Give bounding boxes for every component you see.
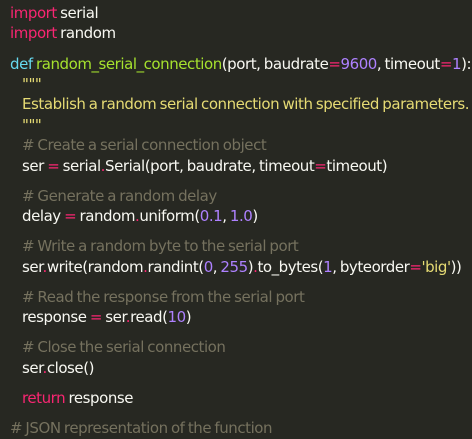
code-line-2: import random: [0, 23, 472, 43]
number-literal: 0.1: [199, 207, 223, 226]
code-text: close(): [46, 358, 95, 377]
code-line-comment: # Generate a random delay: [0, 186, 472, 206]
operator: =: [47, 156, 60, 175]
function-name: random_serial_connection: [36, 54, 222, 73]
number-literal: 10: [167, 308, 187, 327]
code-line-comment: # Close the serial connection: [0, 337, 472, 357]
number-literal: 1.0: [229, 207, 253, 226]
operator: =: [314, 156, 327, 175]
code-line-delay: delay = random.uniform(0.1, 1.0): [0, 206, 472, 226]
code-editor[interactable]: import serial import random def random_s…: [0, 0, 472, 437]
keyword-def: def: [10, 54, 33, 73]
number-literal: 1: [451, 54, 462, 73]
docstring-quotes: """: [22, 74, 42, 93]
code-line-docstring: Establish a random serial connection wit…: [0, 94, 472, 114]
code-text: ): [252, 207, 258, 226]
comment: # Read the response from the serial port: [22, 287, 305, 306]
code-text: response: [22, 308, 90, 327]
operator: =: [89, 308, 103, 327]
number-literal: 0: [203, 257, 214, 276]
code-text: ser: [22, 156, 48, 175]
code-line-return: return response: [0, 388, 472, 408]
number-literal: 1: [323, 257, 333, 276]
params-text: (port, baudrate: [221, 54, 329, 73]
comment: # Write a random byte to the serial port: [22, 237, 299, 256]
code-line-1: import serial: [0, 3, 472, 23]
code-text: response: [65, 389, 134, 408]
code-text: delay: [22, 207, 65, 226]
operator: =: [439, 54, 453, 73]
keyword-import: import: [10, 4, 57, 22]
docstring-quotes: """: [22, 115, 42, 134]
code-text: ,: [222, 207, 230, 226]
comment: # Close the serial connection: [22, 338, 226, 357]
code-line-comment: # Write a random byte to the serial port: [0, 236, 472, 256]
code-text: random: [76, 207, 136, 226]
code-line-docstring-open: """: [0, 74, 472, 94]
comment: # Create a serial connection object: [22, 136, 267, 155]
code-line-def: def random_serial_connection(port, baudr…: [0, 54, 472, 74]
docstring-text: Establish a random serial connection wit…: [22, 95, 470, 114]
code-text: timeout): [326, 156, 388, 175]
comment: # JSON representation of the function: [10, 419, 273, 438]
code-text: ser: [22, 358, 43, 377]
operator: =: [409, 257, 422, 276]
operator: =: [64, 207, 77, 226]
params-text: , timeout: [376, 54, 440, 73]
code-line-write: ser.write(random.randint(0, 255).to_byte…: [0, 257, 472, 277]
code-line-close: ser.close(): [0, 358, 472, 378]
params-text: ):: [461, 54, 472, 73]
code-line-comment: # Create a serial connection object: [0, 135, 472, 155]
code-text: read(: [130, 308, 168, 327]
code-text: ): [185, 308, 192, 327]
code-line-ser: ser = serial.Serial(port, baudrate, time…: [0, 156, 472, 176]
code-text: randint(: [147, 257, 204, 276]
keyword-import: import: [10, 24, 57, 43]
operator: =: [328, 54, 341, 73]
code-text: ser: [22, 257, 43, 276]
comment: # Generate a random delay: [22, 186, 217, 205]
code-text: , byteorder: [332, 257, 410, 276]
number-literal: 255: [220, 257, 248, 276]
string-literal: 'big': [421, 257, 451, 276]
code-text: )): [450, 257, 462, 276]
keyword-return: return: [22, 389, 66, 408]
module-name: random: [56, 24, 116, 43]
module-name: serial: [56, 4, 99, 22]
code-text: serial: [59, 156, 102, 175]
code-text: ser: [101, 308, 126, 327]
code-text: to_bytes(: [257, 257, 324, 276]
code-text: Serial(port, baudrate, timeout: [105, 156, 315, 175]
number-literal: 9600: [340, 54, 378, 73]
code-line-comment: # JSON representation of the function: [0, 418, 472, 438]
code-line-response: response = ser.read(10): [0, 307, 472, 327]
code-text: uniform(: [139, 207, 200, 226]
code-line-comment: # Read the response from the serial port: [0, 287, 472, 307]
code-text: write(random: [46, 257, 144, 276]
code-line-docstring-close: """: [0, 115, 472, 135]
